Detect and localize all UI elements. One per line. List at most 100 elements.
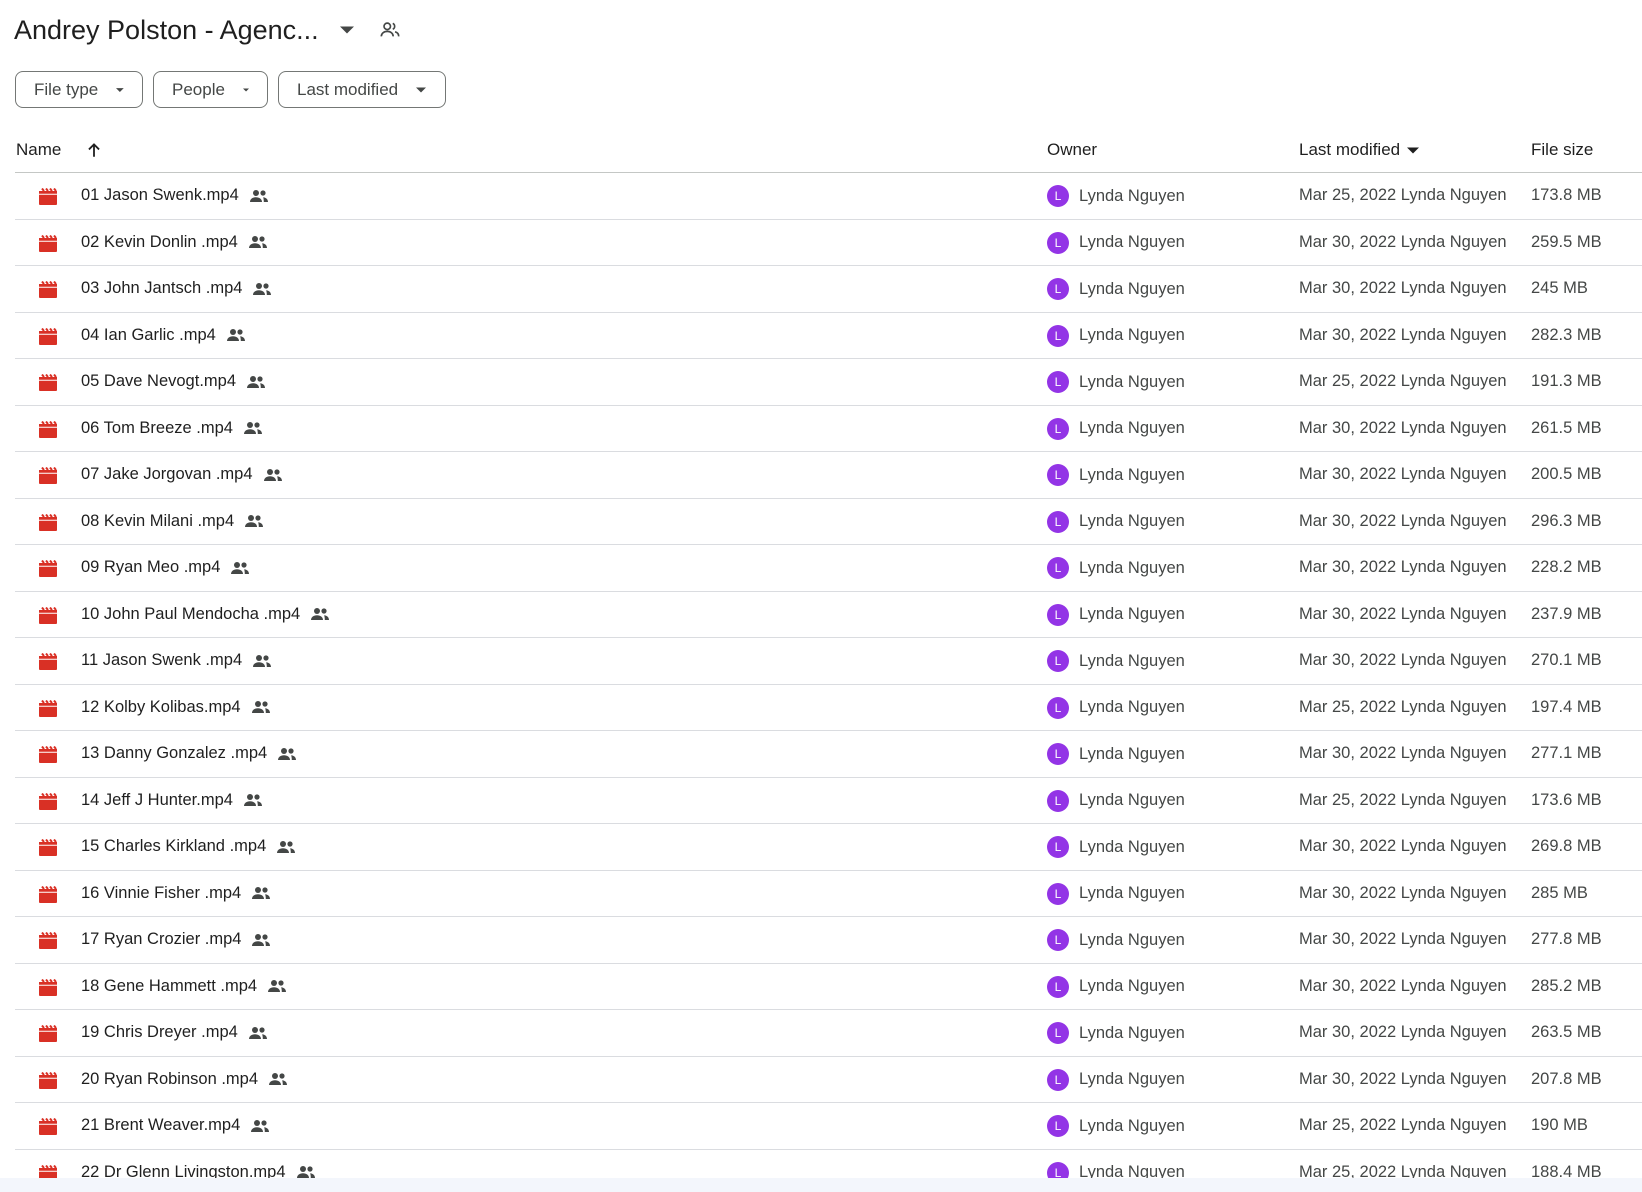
owner-cell: L Lynda Nguyen (1047, 231, 1185, 254)
shared-people-icon (296, 1166, 315, 1178)
file-name[interactable]: 05 Dave Nevogt.mp4 (81, 372, 266, 391)
table-row[interactable]: 04 Ian Garlic .mp4 L Lynda Nguyen Mar 30… (15, 313, 1642, 359)
shared-people-icon (269, 1073, 288, 1085)
video-file-icon (39, 327, 57, 345)
table-row[interactable]: 14 Jeff J Hunter.mp4 L Lynda Nguyen Mar … (15, 778, 1642, 824)
file-name[interactable]: 21 Brent Weaver.mp4 (81, 1116, 270, 1135)
table-row[interactable]: 09 Ryan Meo .mp4 L Lynda Nguyen Mar 30, … (15, 545, 1642, 592)
table-row[interactable]: 02 Kevin Donlin .mp4 L Lynda Nguyen Mar … (15, 220, 1642, 266)
file-name-text: 14 Jeff J Hunter.mp4 (81, 790, 233, 809)
name-column-header[interactable]: Name (16, 140, 103, 160)
shared-people-icon (252, 887, 271, 899)
table-row[interactable]: 03 John Jantsch .mp4 L Lynda Nguyen Mar … (15, 266, 1642, 313)
owner-cell: L Lynda Nguyen (1047, 929, 1185, 951)
folder-header: Andrey Polston - Agenc... (14, 8, 403, 52)
file-name[interactable]: 03 John Jantsch .mp4 (81, 279, 272, 298)
last-modified-cell: Mar 25, 2022 Lynda Nguyen (1299, 372, 1507, 390)
table-row[interactable]: 21 Brent Weaver.mp4 L Lynda Nguyen Mar 2… (15, 1103, 1642, 1150)
table-row[interactable]: 16 Vinnie Fisher .mp4 L Lynda Nguyen Mar… (15, 871, 1642, 917)
last-modified-column-header[interactable]: Last modified (1299, 140, 1420, 160)
file-name[interactable]: 17 Ryan Crozier .mp4 (81, 930, 271, 949)
shared-people-icon (278, 747, 297, 760)
file-size-cell: 285 MB (1531, 883, 1588, 902)
file-size-column-header[interactable]: File size (1531, 140, 1593, 160)
table-row[interactable]: 17 Ryan Crozier .mp4 L Lynda Nguyen Mar … (15, 917, 1642, 964)
file-name[interactable]: 09 Ryan Meo .mp4 (81, 558, 250, 577)
file-name[interactable]: 11 Jason Swenk .mp4 (81, 651, 272, 670)
table-row[interactable]: 08 Kevin Milani .mp4 L Lynda Nguyen Mar … (15, 499, 1642, 545)
shared-folder-people-icon[interactable] (377, 17, 403, 43)
arrow-drop-down-icon (242, 87, 249, 92)
table-row[interactable]: 20 Ryan Robinson .mp4 L Lynda Nguyen Mar… (15, 1057, 1642, 1103)
file-name-text: 04 Ian Garlic .mp4 (81, 325, 216, 344)
table-row[interactable]: 05 Dave Nevogt.mp4 L Lynda Nguyen Mar 25… (15, 359, 1642, 406)
table-row[interactable]: 11 Jason Swenk .mp4 L Lynda Nguyen Mar 3… (15, 638, 1642, 685)
avatar: L (1047, 557, 1069, 579)
video-file-icon (39, 1071, 57, 1089)
file-list-table: Name Owner Last modified File size 01 Ja… (15, 125, 1642, 1192)
file-size-cell: 197.4 MB (1531, 697, 1602, 716)
file-name[interactable]: 19 Chris Dreyer .mp4 (81, 1023, 268, 1042)
video-file-icon (39, 792, 57, 810)
avatar: L (1047, 603, 1069, 626)
file-name[interactable]: 15 Charles Kirkland .mp4 (81, 837, 296, 856)
file-name[interactable]: 01 Jason Swenk.mp4 (81, 186, 269, 205)
file-size-cell: 228.2 MB (1531, 558, 1602, 576)
people-filter-label: People (172, 79, 225, 99)
file-name[interactable]: 16 Vinnie Fisher .mp4 (81, 884, 271, 903)
last-modified-cell: Mar 30, 2022 Lynda Nguyen (1299, 930, 1507, 948)
owner-name: Lynda Nguyen (1079, 698, 1185, 716)
file-name-text: 20 Ryan Robinson .mp4 (81, 1069, 259, 1088)
table-row[interactable]: 12 Kolby Kolibas.mp4 L Lynda Nguyen Mar … (15, 685, 1642, 731)
table-row[interactable]: 15 Charles Kirkland .mp4 L Lynda Nguyen … (15, 824, 1642, 871)
video-file-icon (39, 653, 57, 670)
file-name-text: 07 Jake Jorgovan .mp4 (81, 465, 253, 483)
file-size-cell: 200.5 MB (1531, 465, 1602, 483)
file-name[interactable]: 02 Kevin Donlin .mp4 (81, 233, 268, 252)
file-size-cell: 173.8 MB (1531, 186, 1602, 204)
owner-column-header[interactable]: Owner (1047, 140, 1097, 160)
file-name[interactable]: 04 Ian Garlic .mp4 (81, 326, 246, 345)
file-type-filter-button[interactable]: File type (15, 71, 143, 108)
owner-name: Lynda Nguyen (1079, 837, 1185, 856)
table-row[interactable]: 06 Tom Breeze .mp4 L Lynda Nguyen Mar 30… (15, 406, 1642, 452)
avatar: L (1047, 417, 1069, 440)
table-row[interactable]: 19 Chris Dreyer .mp4 L Lynda Nguyen Mar … (15, 1010, 1642, 1057)
arrow-drop-down-icon[interactable] (337, 20, 357, 40)
table-row[interactable]: 01 Jason Swenk.mp4 L Lynda Nguyen Mar 25… (15, 173, 1642, 220)
table-row[interactable]: 18 Gene Hammett .mp4 L Lynda Nguyen Mar … (15, 964, 1642, 1010)
sort-ascending-arrow-icon[interactable] (85, 141, 103, 159)
last-modified-cell: Mar 30, 2022 Lynda Nguyen (1299, 418, 1507, 437)
owner-cell: L Lynda Nguyen (1047, 836, 1185, 858)
file-size-cell: 245 MB (1531, 279, 1588, 297)
owner-cell: L Lynda Nguyen (1047, 743, 1185, 765)
video-file-icon (39, 606, 57, 624)
file-name[interactable]: 08 Kevin Milani .mp4 (81, 512, 264, 531)
table-row[interactable]: 10 John Paul Mendocha .mp4 L Lynda Nguye… (15, 592, 1642, 638)
file-name[interactable]: 18 Gene Hammett .mp4 (81, 977, 287, 996)
owner-cell: L Lynda Nguyen (1047, 882, 1185, 905)
owner-name: Lynda Nguyen (1079, 930, 1185, 949)
file-name[interactable]: 10 John Paul Mendocha .mp4 (81, 605, 330, 624)
video-file-icon (39, 885, 57, 903)
last-modified-filter-button[interactable]: Last modified (278, 71, 446, 108)
folder-title[interactable]: Andrey Polston - Agenc... (14, 15, 319, 46)
table-row[interactable]: 07 Jake Jorgovan .mp4 L Lynda Nguyen Mar… (15, 452, 1642, 499)
people-filter-button[interactable]: People (153, 71, 268, 108)
name-column-label: Name (16, 140, 62, 159)
file-size-cell: 285.2 MB (1531, 976, 1602, 995)
bottom-scroll-area (0, 1178, 1642, 1192)
arrow-drop-down-icon[interactable] (1407, 147, 1420, 154)
table-row[interactable]: 13 Danny Gonzalez .mp4 L Lynda Nguyen Ma… (15, 731, 1642, 778)
file-name[interactable]: 20 Ryan Robinson .mp4 (81, 1070, 288, 1089)
file-name[interactable]: 13 Danny Gonzalez .mp4 (81, 744, 297, 763)
last-modified-cell: Mar 30, 2022 Lynda Nguyen (1299, 232, 1507, 251)
file-name[interactable]: 06 Tom Breeze .mp4 (81, 419, 263, 438)
file-name[interactable]: 14 Jeff J Hunter.mp4 (81, 791, 263, 810)
file-size-cell: 277.8 MB (1531, 930, 1602, 948)
file-name[interactable]: 07 Jake Jorgovan .mp4 (81, 465, 283, 484)
video-file-icon (39, 374, 57, 391)
file-name-text: 16 Vinnie Fisher .mp4 (81, 883, 242, 902)
file-size-cell: 277.1 MB (1531, 744, 1602, 762)
file-name[interactable]: 12 Kolby Kolibas.mp4 (81, 698, 271, 717)
